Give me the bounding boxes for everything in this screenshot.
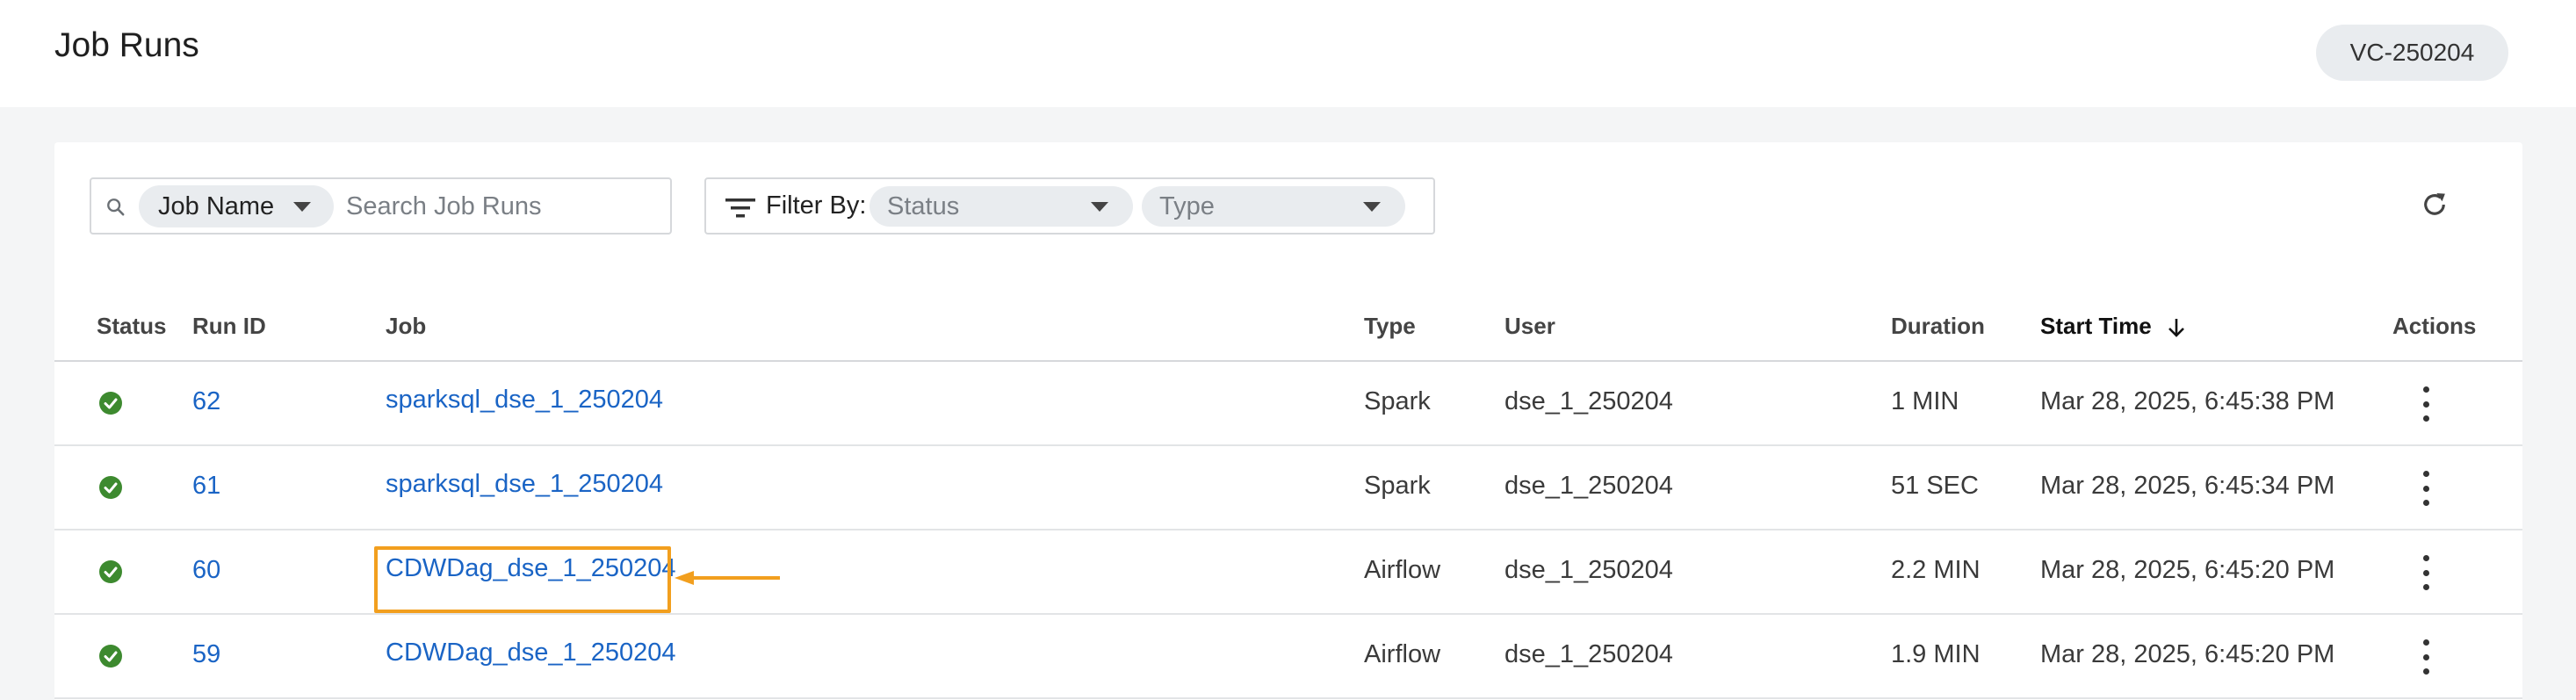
column-header-type[interactable]: Type <box>1364 313 1416 340</box>
start-time-cell: Mar 28, 2025, 6:45:38 PM <box>2040 387 2335 415</box>
arrow-down-icon <box>2168 319 2184 337</box>
virtual-cluster-chip[interactable]: VC-250204 <box>2316 25 2508 81</box>
user-cell: dse_1_250204 <box>1504 556 1673 584</box>
column-header-status[interactable]: Status <box>97 313 166 340</box>
chevron-down-icon <box>293 202 311 212</box>
run-id-link[interactable]: 59 <box>192 640 220 669</box>
duration-cell: 51 SEC <box>1891 472 1979 500</box>
arrow-left-icon <box>675 571 780 585</box>
job-link[interactable]: sparksql_dse_1_250204 <box>386 386 663 415</box>
column-header-user[interactable]: User <box>1504 313 1555 340</box>
duration-cell: 1.9 MIN <box>1891 640 1981 668</box>
refresh-icon <box>2424 193 2445 215</box>
column-header-duration[interactable]: Duration <box>1891 313 1985 340</box>
search-icon <box>107 198 125 216</box>
table-row: 61 sparksql_dse_1_250204 Spark dse_1_250… <box>54 446 2522 530</box>
start-time-cell: Mar 28, 2025, 6:45:20 PM <box>2040 640 2335 668</box>
check-circle-icon <box>99 392 122 415</box>
page-title: Job Runs <box>54 26 199 64</box>
check-circle-icon <box>99 476 122 499</box>
job-runs-card: Job Name Filter By: Status Type Status R <box>54 142 2522 700</box>
job-link[interactable]: CDWDag_dse_1_250204 <box>386 554 676 583</box>
filter-box: Filter By: Status Type <box>704 177 1435 235</box>
filter-icon <box>725 198 755 218</box>
user-cell: dse_1_250204 <box>1504 640 1673 668</box>
refresh-button[interactable] <box>2413 183 2457 227</box>
search-field-select[interactable]: Job Name <box>139 185 334 227</box>
job-link[interactable]: sparksql_dse_1_250204 <box>386 470 663 499</box>
run-id-link[interactable]: 60 <box>192 556 220 585</box>
table-row: 62 sparksql_dse_1_250204 Spark dse_1_250… <box>54 362 2522 446</box>
type-cell: Airflow <box>1364 640 1441 668</box>
table-row: 60 CDWDag_dse_1_250204 Airflow dse_1_250… <box>54 530 2522 615</box>
table-header: Status Run ID Job Type User Duration Sta… <box>54 290 2522 362</box>
user-cell: dse_1_250204 <box>1504 387 1673 415</box>
table-row: 59 CDWDag_dse_1_250204 Airflow dse_1_250… <box>54 615 2522 699</box>
column-header-run-id[interactable]: Run ID <box>192 313 266 340</box>
more-vertical-icon[interactable] <box>2417 471 2435 506</box>
chevron-down-icon <box>1091 202 1108 212</box>
check-circle-icon <box>99 560 122 583</box>
top-bar: Job Runs VC-250204 <box>0 0 2576 107</box>
status-filter-placeholder: Status <box>887 191 960 220</box>
check-circle-icon <box>99 645 122 668</box>
type-cell: Spark <box>1364 472 1431 500</box>
type-cell: Airflow <box>1364 556 1441 584</box>
start-time-cell: Mar 28, 2025, 6:45:20 PM <box>2040 556 2335 584</box>
run-id-link[interactable]: 61 <box>192 472 220 501</box>
column-header-start-time[interactable]: Start Time <box>2040 313 2186 340</box>
more-vertical-icon[interactable] <box>2417 639 2435 675</box>
type-cell: Spark <box>1364 387 1431 415</box>
duration-cell: 2.2 MIN <box>1891 556 1981 584</box>
job-link[interactable]: CDWDag_dse_1_250204 <box>386 639 676 668</box>
type-filter-select[interactable]: Type <box>1142 186 1405 227</box>
more-vertical-icon[interactable] <box>2417 386 2435 422</box>
search-input[interactable] <box>346 186 662 227</box>
more-vertical-icon[interactable] <box>2417 555 2435 590</box>
column-header-job[interactable]: Job <box>386 313 426 340</box>
run-id-link[interactable]: 62 <box>192 387 220 416</box>
chevron-down-icon <box>1363 202 1381 212</box>
duration-cell: 1 MIN <box>1891 387 1959 415</box>
status-filter-select[interactable]: Status <box>869 186 1133 227</box>
search-box: Job Name <box>90 177 672 235</box>
search-field-label: Job Name <box>158 191 275 220</box>
filter-label: Filter By: <box>766 191 867 220</box>
user-cell: dse_1_250204 <box>1504 472 1673 500</box>
column-header-start-time-label: Start Time <box>2040 313 2152 339</box>
start-time-cell: Mar 28, 2025, 6:45:34 PM <box>2040 472 2335 500</box>
type-filter-placeholder: Type <box>1159 191 1215 220</box>
column-header-actions: Actions <box>2392 313 2477 339</box>
